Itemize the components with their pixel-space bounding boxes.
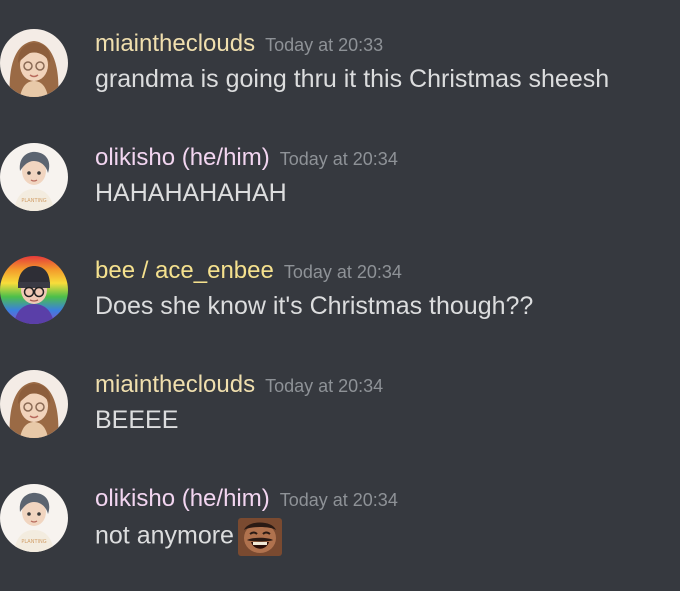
message-text: not anymore bbox=[95, 521, 234, 550]
message-header: miaintheclouds Today at 20:34 bbox=[95, 370, 383, 403]
timestamp: Today at 20:33 bbox=[265, 35, 384, 55]
long-hair-girl-avatar-icon bbox=[0, 370, 68, 438]
avatar[interactable] bbox=[0, 256, 68, 324]
gray-hair-boy-avatar-icon: PLANTING bbox=[0, 484, 68, 552]
message-item: miaintheclouds Today at 20:33 grandma is … bbox=[0, 29, 680, 119]
message-header: olikisho (he/him) Today at 20:34 bbox=[95, 484, 398, 517]
username[interactable]: miaintheclouds bbox=[95, 30, 255, 57]
long-hair-girl-avatar-icon bbox=[0, 29, 68, 97]
message-content: Does she know it's Christmas though?? bbox=[95, 292, 534, 320]
username[interactable]: bee / ace_enbee bbox=[95, 257, 274, 284]
timestamp: Today at 20:34 bbox=[283, 262, 402, 282]
message-header: bee / ace_enbee Today at 20:34 bbox=[95, 256, 402, 289]
message-item: PLANTING olikisho (he/him) Today at 20:34… bbox=[0, 143, 680, 233]
message-content: not anymore bbox=[95, 518, 282, 556]
rainbow-beanie-avatar-icon bbox=[0, 256, 68, 324]
message-content: grandma is going thru it this Christmas … bbox=[95, 65, 610, 93]
timestamp: Today at 20:34 bbox=[279, 490, 398, 510]
username[interactable]: olikisho (he/him) bbox=[95, 485, 270, 512]
laughing-man-emoji-icon[interactable] bbox=[237, 518, 282, 556]
gray-hair-boy-avatar-icon: PLANTING bbox=[0, 143, 68, 211]
avatar[interactable]: PLANTING bbox=[0, 484, 68, 552]
message-header: miaintheclouds Today at 20:33 bbox=[95, 29, 383, 62]
message-content: BEEEE bbox=[95, 406, 179, 434]
message-item: PLANTING olikisho (he/him) Today at 20:34… bbox=[0, 484, 680, 574]
avatar-shirt-text: PLANTING bbox=[21, 539, 46, 545]
avatar[interactable] bbox=[0, 370, 68, 438]
username[interactable]: miaintheclouds bbox=[95, 371, 255, 398]
timestamp: Today at 20:34 bbox=[279, 149, 398, 169]
message-content: HAHAHAHAHAH bbox=[95, 179, 287, 207]
message-item: bee / ace_enbee Today at 20:34 Does she k… bbox=[0, 256, 680, 346]
timestamp: Today at 20:34 bbox=[265, 376, 384, 396]
avatar[interactable] bbox=[0, 29, 68, 97]
username[interactable]: olikisho (he/him) bbox=[95, 144, 270, 171]
avatar[interactable]: PLANTING bbox=[0, 143, 68, 211]
message-item: miaintheclouds Today at 20:34 BEEEE bbox=[0, 370, 680, 460]
avatar-shirt-text: PLANTING bbox=[21, 198, 46, 204]
message-header: olikisho (he/him) Today at 20:34 bbox=[95, 143, 398, 176]
